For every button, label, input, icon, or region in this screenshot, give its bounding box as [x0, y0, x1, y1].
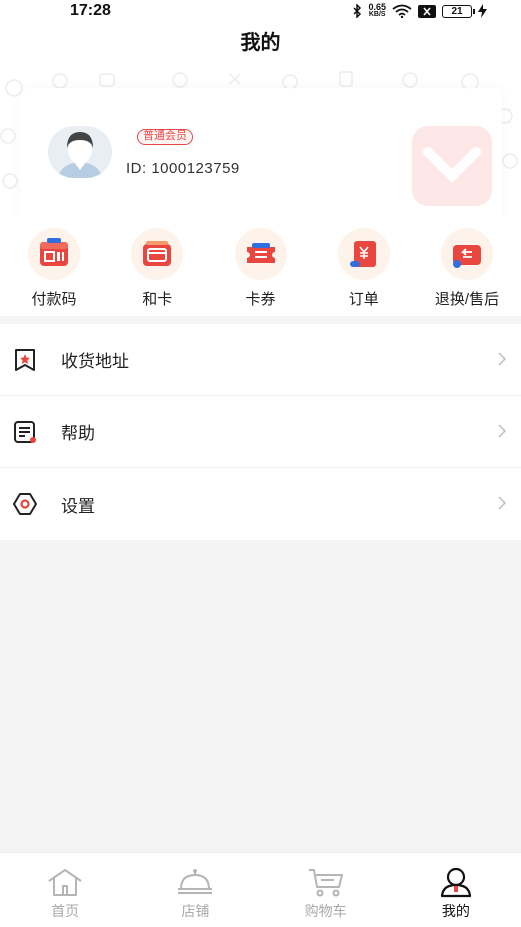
profile-header: 普通会员 ID: 1000123759: [0, 66, 521, 216]
heart-logo-watermark: [412, 126, 492, 206]
return-icon: [441, 228, 493, 280]
quick-action-label: 退换/售后: [434, 291, 500, 308]
help-icon: [11, 418, 39, 446]
quick-action-label: 订单: [348, 291, 379, 308]
tab-label: 我的: [441, 903, 470, 919]
status-time: 17:28: [70, 2, 111, 19]
payment-code-icon: [28, 228, 80, 280]
menu-item-help[interactable]: 帮助: [0, 396, 521, 468]
quick-action-return[interactable]: 退换/售后: [417, 216, 517, 316]
profile-icon: [436, 865, 476, 899]
address-icon: [11, 346, 39, 374]
settings-menu: 收货地址 帮助 设置: [0, 324, 521, 540]
sim-off-icon: [418, 4, 436, 18]
network-speed: 0.65 KB/S: [368, 2, 386, 19]
avatar-icon: [48, 126, 112, 178]
menu-item-label: 收货地址: [61, 352, 129, 371]
tab-home[interactable]: 首页: [0, 853, 130, 927]
battery-indicator: 21: [442, 4, 475, 18]
profile-card[interactable]: 普通会员 ID: 1000123759: [20, 88, 502, 216]
tab-cart[interactable]: 购物车: [261, 853, 391, 927]
menu-item-label: 设置: [61, 496, 95, 516]
cart-icon: [306, 865, 346, 899]
quick-actions: 付款码 和卡 卡券 订单 退换/售后: [0, 216, 521, 316]
tab-profile[interactable]: 我的: [391, 853, 521, 927]
quick-action-label: 和卡: [142, 291, 173, 308]
tab-label: 购物车: [304, 903, 347, 919]
quick-action-label: 付款码: [31, 291, 77, 308]
avatar[interactable]: [48, 126, 112, 178]
quick-action-order[interactable]: 订单: [314, 216, 414, 316]
quick-action-card[interactable]: 和卡: [107, 216, 207, 316]
home-icon: [45, 865, 85, 899]
bluetooth-icon: [353, 4, 362, 18]
card-icon: [131, 228, 184, 280]
menu-item-address[interactable]: 收货地址: [0, 324, 521, 396]
coupon-icon: [234, 228, 287, 280]
quick-action-coupon[interactable]: 卡券: [211, 216, 311, 316]
wifi-icon: [392, 4, 412, 18]
settings-icon: [11, 490, 39, 518]
page-title: 我的: [240, 32, 281, 54]
tab-label: 首页: [51, 903, 80, 919]
charging-icon: [478, 4, 487, 18]
menu-item-settings[interactable]: 设置: [0, 468, 521, 540]
status-bar: 17:28 0.65 KB/S 21: [0, 0, 521, 24]
bottom-tab-bar: 首页 店铺 购物车 我的: [0, 852, 521, 927]
menu-item-label: 帮助: [61, 424, 95, 443]
user-id: ID: 1000123759: [126, 160, 240, 177]
store-icon: [175, 865, 215, 899]
chevron-right-icon: [498, 424, 507, 438]
nav-bar: 我的: [0, 24, 521, 66]
chevron-right-icon: [498, 352, 507, 366]
quick-action-payment-code[interactable]: 付款码: [4, 216, 104, 316]
tab-label: 店铺: [181, 903, 210, 919]
tab-store[interactable]: 店铺: [130, 853, 260, 927]
member-level-badge: 普通会员: [137, 129, 193, 145]
quick-action-label: 卡券: [245, 291, 276, 308]
order-icon: [337, 228, 390, 280]
status-icons: 0.65 KB/S 21: [352, 3, 487, 19]
chevron-right-icon: [498, 496, 507, 510]
